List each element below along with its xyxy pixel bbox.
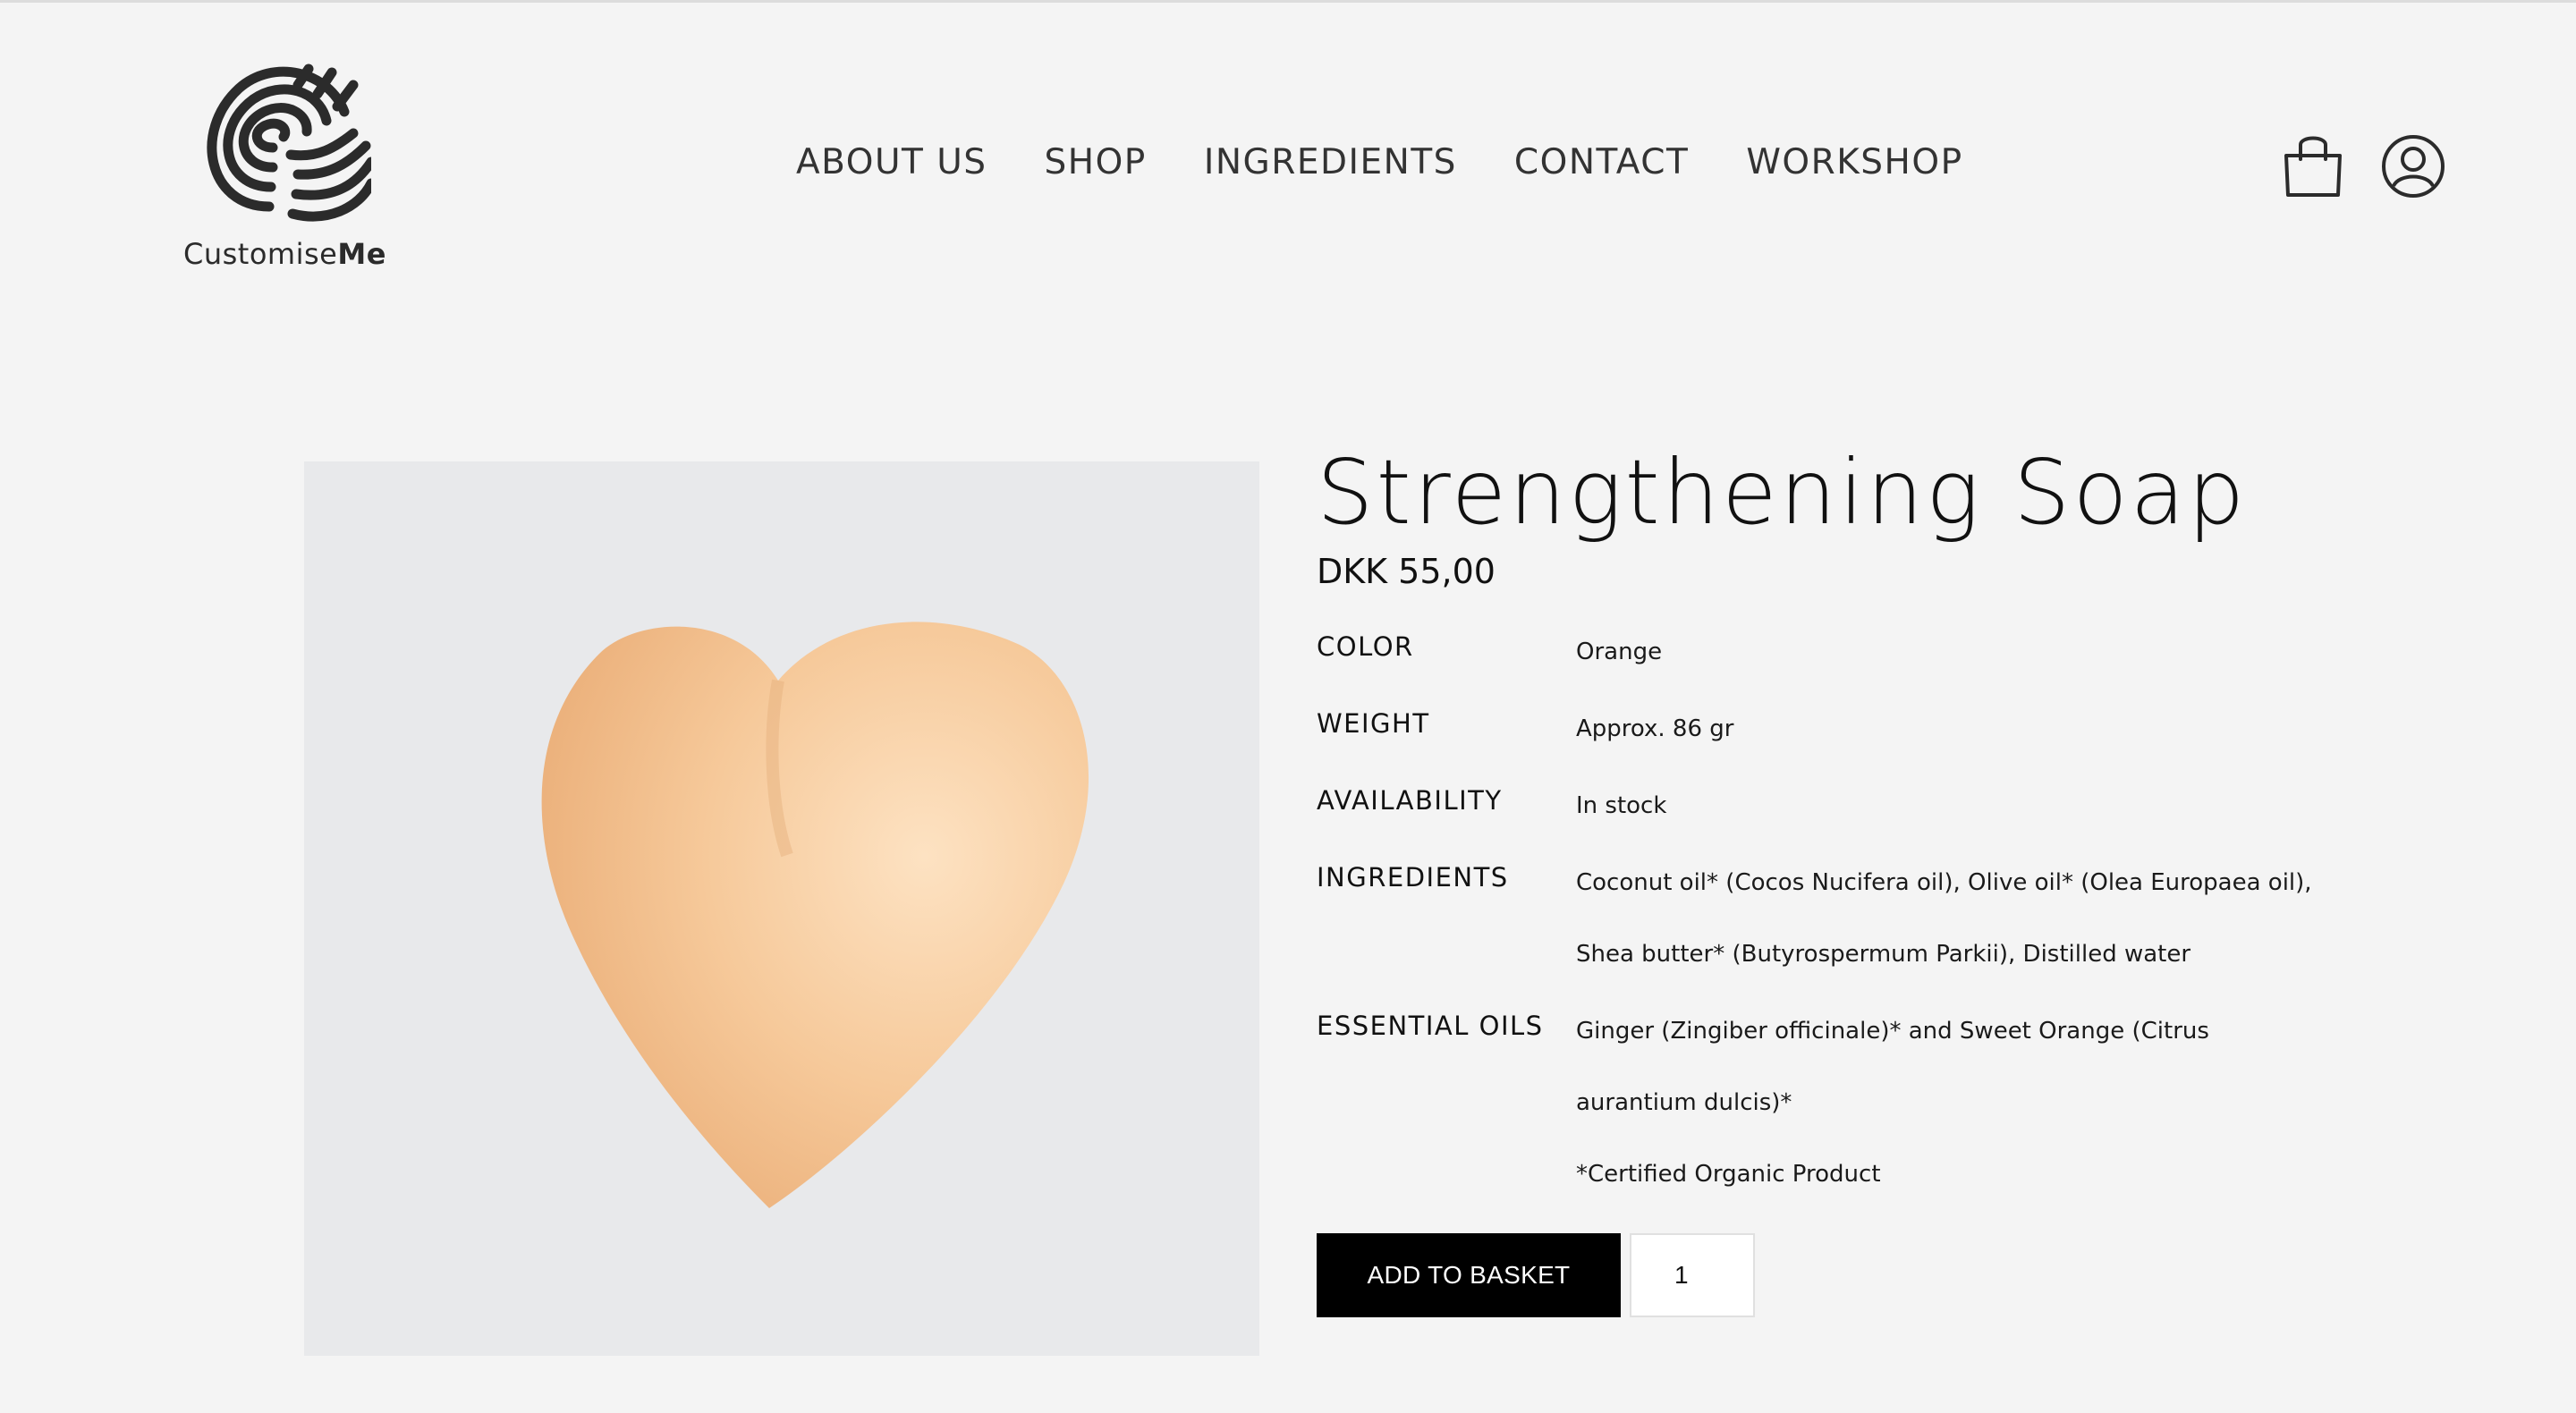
quantity-input[interactable] [1630, 1233, 1755, 1317]
spec-value: Ginger (Zingiber officinale)* and Sweet … [1576, 990, 2209, 1210]
spec-row-weight: WEIGHT Approx. 86 gr [1317, 688, 2390, 765]
spec-value-line: Coconut oil* (Cocos Nucifera oil), Olive… [1576, 869, 2312, 896]
product-details: Strengthening Soap DKK 55,00 COLOR Orang… [1317, 439, 2390, 1210]
nav-ingredients[interactable]: INGREDIENTS [1204, 142, 1457, 182]
product-price: DKK 55,00 [1317, 552, 1496, 591]
brand-name-regular: Customise [183, 237, 338, 271]
product-page: CustomiseMe ABOUT US SHOP INGREDIENTS CO… [0, 0, 2576, 1413]
spec-value-line: aurantium dulcis)* [1576, 1089, 1792, 1116]
nav-shop[interactable]: SHOP [1045, 142, 1147, 182]
spec-value-line: Approx. 86 gr [1576, 715, 1734, 742]
fingerprint-logo-icon [207, 63, 371, 222]
spec-row-essential-oils: ESSENTIAL OILS Ginger (Zingiber officina… [1317, 990, 2390, 1210]
spec-label: ESSENTIAL OILS [1317, 1011, 1544, 1041]
main-nav: ABOUT US SHOP INGREDIENTS CONTACT WORKSH… [796, 142, 1963, 182]
nav-workshop[interactable]: WORKSHOP [1746, 142, 1962, 182]
spec-label: INGREDIENTS [1317, 862, 1509, 893]
spec-row-color: COLOR Orange [1317, 611, 2390, 688]
user-account-icon [2382, 135, 2445, 198]
product-title: Strengthening Soap [1317, 440, 2248, 545]
spec-value-line: Ginger (Zingiber officinale)* and Sweet … [1576, 1018, 2209, 1045]
spec-value: Coconut oil* (Cocos Nucifera oil), Olive… [1576, 842, 2312, 990]
spec-row-availability: AVAILABILITY In stock [1317, 765, 2390, 842]
header-actions [2281, 132, 2445, 200]
spec-value: Orange [1576, 611, 1662, 688]
purchase-controls: ADD TO BASKET [1317, 1233, 1755, 1317]
brand-logo[interactable]: CustomiseMe [183, 58, 386, 282]
brand-name: CustomiseMe [183, 237, 386, 271]
spec-label: WEIGHT [1317, 708, 1430, 739]
product-specs: COLOR Orange WEIGHT Approx. 86 gr AVAILA… [1317, 611, 2390, 1210]
basket-button[interactable] [2281, 132, 2345, 200]
spec-value-line: In stock [1576, 792, 1667, 819]
spec-value: In stock [1576, 765, 1666, 842]
nav-about-us[interactable]: ABOUT US [796, 142, 987, 182]
nav-contact[interactable]: CONTACT [1514, 142, 1689, 182]
product-image [304, 461, 1259, 1356]
heart-soap-image [541, 622, 1089, 1208]
spec-label: COLOR [1317, 631, 1414, 662]
add-to-basket-button[interactable]: ADD TO BASKET [1317, 1233, 1621, 1317]
spec-value-line: Shea butter* (Butyrospermum Parkii), Dis… [1576, 941, 2191, 968]
spec-value: Approx. 86 gr [1576, 688, 1733, 765]
account-button[interactable] [2381, 132, 2445, 200]
spec-row-ingredients: INGREDIENTS Coconut oil* (Cocos Nucifera… [1317, 842, 2390, 990]
spec-value-line: *Certified Organic Product [1576, 1161, 1881, 1188]
brand-name-bold: Me [337, 237, 386, 271]
shopping-bag-icon [2284, 136, 2342, 197]
spec-value-line: Orange [1576, 639, 1663, 665]
spec-label: AVAILABILITY [1317, 785, 1503, 816]
